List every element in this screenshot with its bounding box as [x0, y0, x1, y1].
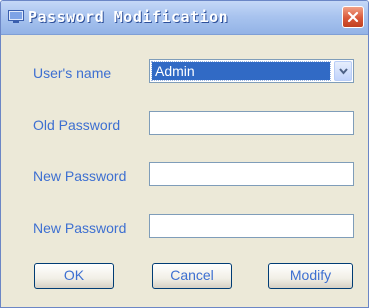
ok-button[interactable]: OK: [34, 263, 114, 289]
cancel-button[interactable]: Cancel: [152, 263, 232, 289]
username-selected-value[interactable]: Admin: [151, 61, 331, 81]
confirm-password-label: New Password: [33, 220, 127, 236]
new-password-field[interactable]: [149, 162, 354, 186]
title-bar[interactable]: Password Modification: [1, 1, 368, 35]
old-password-field[interactable]: [149, 111, 354, 135]
chevron-down-icon: [339, 68, 348, 75]
old-password-label: Old Password: [33, 117, 121, 133]
username-label: User's name: [33, 65, 112, 81]
dialog-title: Password Modification: [28, 8, 229, 26]
modify-button[interactable]: Modify: [268, 263, 353, 289]
close-button[interactable]: [342, 6, 364, 28]
username-select[interactable]: Admin: [149, 59, 354, 83]
new-password-label: New Password: [33, 168, 127, 184]
password-modification-dialog: Password Modification User's name Admin …: [0, 0, 369, 308]
close-icon: [347, 11, 359, 23]
dropdown-button[interactable]: [334, 61, 352, 81]
confirm-password-field[interactable]: [149, 214, 354, 238]
window-icon: [8, 10, 24, 24]
